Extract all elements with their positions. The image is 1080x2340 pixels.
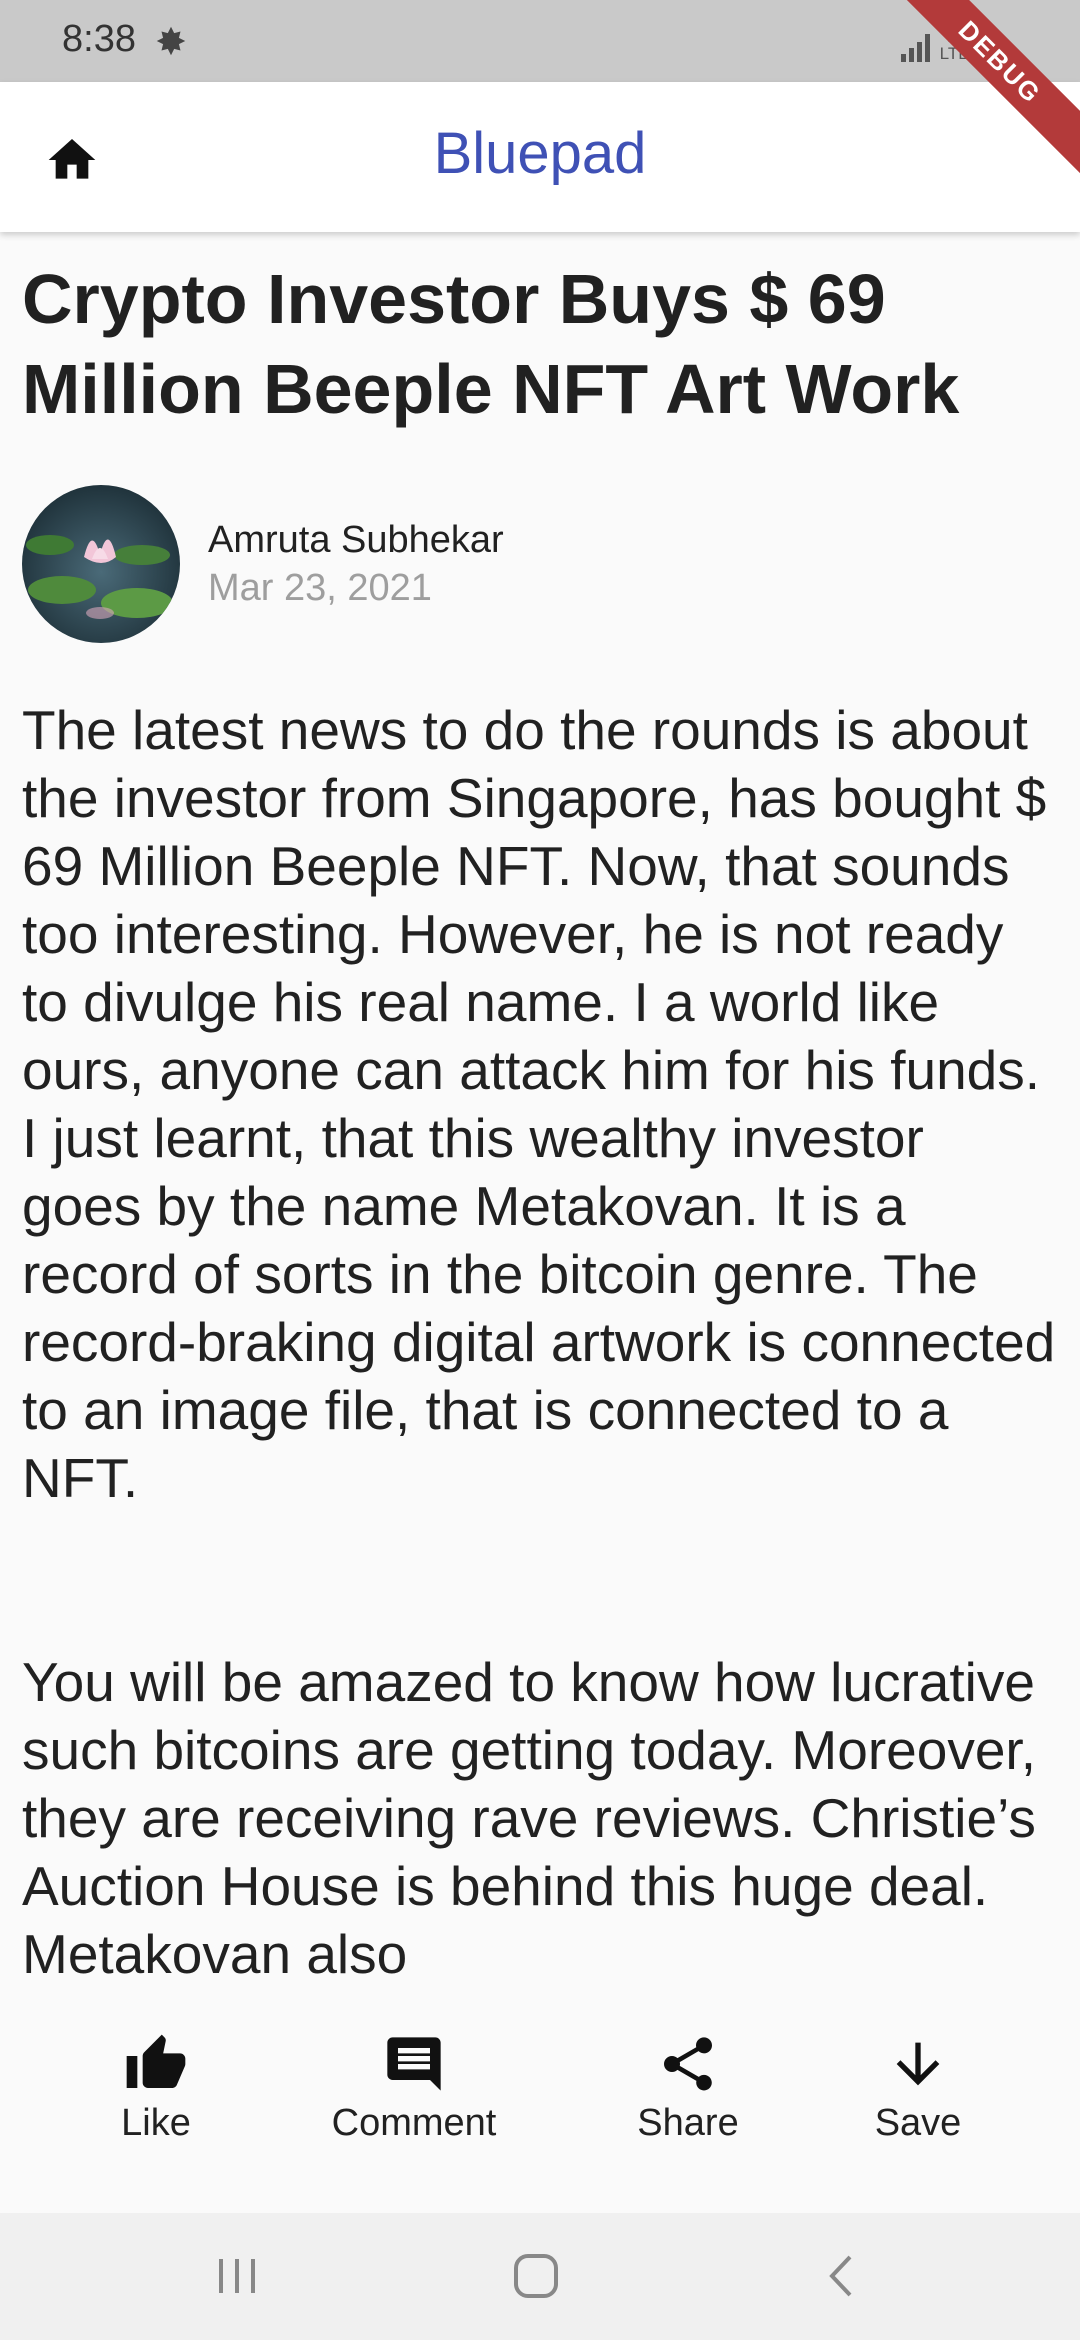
save-label: Save bbox=[874, 2102, 962, 2144]
author-name[interactable]: Amruta Subhekar bbox=[208, 516, 504, 564]
share-label: Share bbox=[637, 2102, 739, 2144]
system-nav-bar bbox=[0, 2213, 1080, 2340]
share-icon bbox=[664, 2037, 712, 2091]
comment-icon bbox=[387, 2037, 441, 2091]
status-time: 8:38 bbox=[62, 18, 136, 60]
home-circle-icon[interactable] bbox=[512, 2253, 562, 2299]
action-bar: Like Comment Share Save bbox=[0, 1977, 1080, 2213]
author-avatar[interactable] bbox=[22, 485, 180, 643]
article-title: Crypto Investor Buys $ 69 Million Beeple… bbox=[22, 260, 960, 428]
post-date: Mar 23, 2021 bbox=[208, 567, 432, 609]
comment-label: Comment bbox=[331, 2102, 497, 2144]
article-body: The latest news to do the rounds is abou… bbox=[22, 699, 1056, 1977]
article-content[interactable]: Crypto Investor Buys $ 69 Million Beeple… bbox=[0, 232, 1080, 1977]
like-label: Like bbox=[121, 2102, 191, 2144]
app-notification-icon bbox=[156, 26, 186, 56]
thumb-up-icon bbox=[126, 2034, 186, 2088]
app-title: Bluepad bbox=[433, 121, 647, 186]
status-bar: 8:38 Vo)) LTE2 DEBUG bbox=[0, 0, 1080, 184]
arrow-down-icon bbox=[896, 2042, 940, 2086]
share-button[interactable]: Share bbox=[578, 2032, 798, 2145]
comment-button[interactable]: Comment bbox=[304, 2032, 524, 2145]
like-button[interactable]: Like bbox=[46, 2032, 266, 2145]
save-button[interactable]: Save bbox=[808, 2032, 1028, 2145]
back-icon[interactable] bbox=[822, 2253, 862, 2299]
recent-apps-icon[interactable] bbox=[214, 2253, 260, 2299]
app-bar: Bluepad bbox=[0, 82, 1080, 232]
signal-icon bbox=[900, 32, 930, 62]
author-row: Amruta Subhekar Mar 23, 2021 bbox=[22, 484, 1058, 644]
avatar-image bbox=[22, 485, 180, 643]
